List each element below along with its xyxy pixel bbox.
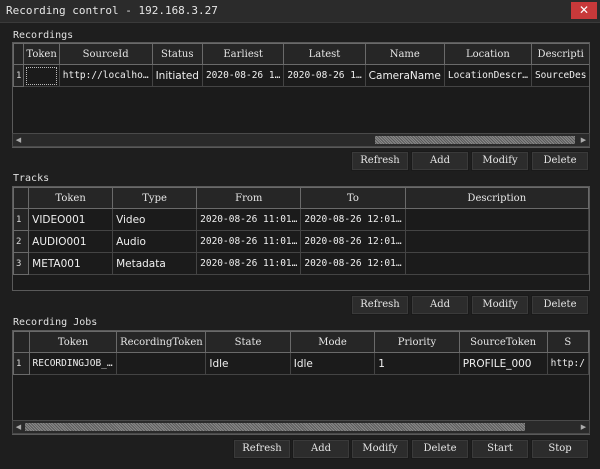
jobs-modify-button[interactable]: Modify (351, 439, 409, 459)
row-number[interactable]: 3 (13, 252, 30, 275)
tracks-add-button[interactable]: Add (411, 295, 469, 315)
table-cell[interactable]: 2020-08-26 1… (283, 64, 366, 87)
column-header-to[interactable]: To (300, 187, 406, 209)
jobs-refresh-button[interactable]: Refresh (233, 439, 291, 459)
column-header-latest[interactable]: Latest (283, 43, 366, 65)
scroll-right-icon[interactable]: ▶ (578, 421, 589, 433)
column-header-source[interactable]: S (546, 331, 589, 353)
table-cell[interactable]: META001 (28, 252, 114, 275)
column-header-location[interactable]: Location (443, 43, 532, 65)
table-cell[interactable]: Audio (112, 230, 198, 253)
scroll-left-icon[interactable]: ◀ (13, 134, 24, 146)
jobs-stop-button[interactable]: Stop (531, 439, 589, 459)
table-cell[interactable]: 2020-08-26 12:01… (300, 208, 406, 231)
table-cell[interactable]: Metadata (112, 252, 198, 275)
table-cell[interactable] (404, 252, 589, 275)
recording-jobs-hscrollbar[interactable]: ◀ ▶ (12, 420, 590, 434)
table-cell[interactable] (404, 208, 589, 231)
column-header-token[interactable]: Token (28, 187, 114, 209)
table-cell[interactable]: Initiated (151, 64, 203, 87)
column-header-from[interactable]: From (196, 187, 302, 209)
column-header-recordingtoken[interactable]: RecordingToken (116, 331, 207, 353)
table-cell[interactable]: 2020-08-26 12:01… (300, 252, 406, 275)
table-cell[interactable]: 2020-08-26 11:01… (196, 252, 302, 275)
table-row[interactable]: 1 http://localho… Initiated 2020-08-26 1… (13, 64, 589, 87)
column-header-status[interactable]: Status (151, 43, 203, 65)
column-header-priority[interactable]: Priority (374, 331, 460, 353)
tracks-refresh-button[interactable]: Refresh (351, 295, 409, 315)
scroll-right-icon[interactable]: ▶ (578, 134, 589, 146)
column-header-description[interactable]: Descripti (530, 43, 589, 65)
table-cell[interactable]: 2020-08-26 11:01… (196, 208, 302, 231)
title-bar: Recording control - 192.168.3.27 ✕ (0, 0, 600, 23)
table-cell[interactable]: Idle (205, 352, 291, 375)
recording-jobs-label: Recording Jobs (13, 317, 98, 328)
scroll-thumb[interactable] (25, 423, 525, 431)
table-cell[interactable]: RECORDINGJOB_… (28, 352, 118, 375)
recordings-modify-button[interactable]: Modify (471, 151, 529, 171)
recordings-hscrollbar[interactable]: ◀ ▶ (12, 133, 590, 147)
table-cell[interactable]: PROFILE_000 (458, 352, 548, 375)
column-header-token[interactable]: Token (23, 43, 60, 65)
table-cell[interactable] (23, 64, 60, 87)
recordings-delete-button[interactable]: Delete (531, 151, 589, 171)
table-cell[interactable]: SourceDes (530, 64, 589, 87)
table-cell[interactable]: LocationDescr… (443, 64, 532, 87)
scroll-thumb[interactable] (375, 136, 575, 144)
table-cell[interactable]: http:/ (546, 352, 589, 375)
table-cell[interactable]: AUDIO001 (28, 230, 114, 253)
table-row[interactable]: 1 RECORDINGJOB_… Idle Idle 1 PROFILE_000… (13, 352, 589, 375)
column-header-name[interactable]: Name (364, 43, 445, 65)
table-cell[interactable] (116, 352, 207, 375)
row-number[interactable]: 1 (13, 208, 30, 231)
column-header-earliest[interactable]: Earliest (201, 43, 285, 65)
tracks-modify-button[interactable]: Modify (471, 295, 529, 315)
row-header-corner (13, 187, 30, 209)
column-header-token[interactable]: Token (28, 331, 118, 353)
window-title: Recording control - 192.168.3.27 (6, 4, 218, 17)
table-cell[interactable]: CameraName (364, 64, 445, 87)
table-cell[interactable]: Video (112, 208, 198, 231)
row-number[interactable]: 1 (13, 64, 25, 87)
table-cell[interactable]: 2020-08-26 11:01… (196, 230, 302, 253)
column-header-description[interactable]: Description (404, 187, 589, 209)
column-header-sourceid[interactable]: SourceId (58, 43, 153, 65)
table-cell[interactable]: Idle (289, 352, 376, 375)
tracks-delete-button[interactable]: Delete (531, 295, 589, 315)
recordings-label: Recordings (13, 30, 74, 41)
table-cell[interactable]: 1 (374, 352, 460, 375)
table-cell[interactable]: http://localho… (58, 64, 153, 87)
tracks-table[interactable]: Token Type From To Description 1 VIDEO00… (12, 186, 590, 291)
column-header-mode[interactable]: Mode (289, 331, 376, 353)
jobs-start-button[interactable]: Start (471, 439, 529, 459)
scroll-left-icon[interactable]: ◀ (13, 421, 24, 433)
jobs-add-button[interactable]: Add (292, 439, 350, 459)
recordings-add-button[interactable]: Add (411, 151, 469, 171)
table-cell[interactable]: 2020-08-26 12:01… (300, 230, 406, 253)
jobs-delete-button[interactable]: Delete (411, 439, 469, 459)
column-header-type[interactable]: Type (112, 187, 198, 209)
row-header-corner (13, 331, 30, 353)
row-number[interactable]: 1 (13, 352, 30, 375)
tracks-label: Tracks (13, 173, 50, 184)
row-number[interactable]: 2 (13, 230, 30, 253)
row-header-corner (13, 43, 25, 65)
table-row[interactable]: 1 VIDEO001 Video 2020-08-26 11:01… 2020-… (13, 208, 589, 231)
table-row[interactable]: 3 META001 Metadata 2020-08-26 11:01… 202… (13, 252, 589, 275)
table-row[interactable]: 2 AUDIO001 Audio 2020-08-26 11:01… 2020-… (13, 230, 589, 253)
recordings-refresh-button[interactable]: Refresh (351, 151, 409, 171)
table-cell[interactable] (404, 230, 589, 253)
close-button[interactable]: ✕ (571, 2, 597, 19)
column-header-sourcetoken[interactable]: SourceToken (458, 331, 548, 353)
table-cell[interactable]: VIDEO001 (28, 208, 114, 231)
table-cell[interactable]: 2020-08-26 1… (201, 64, 285, 87)
column-header-state[interactable]: State (205, 331, 291, 353)
